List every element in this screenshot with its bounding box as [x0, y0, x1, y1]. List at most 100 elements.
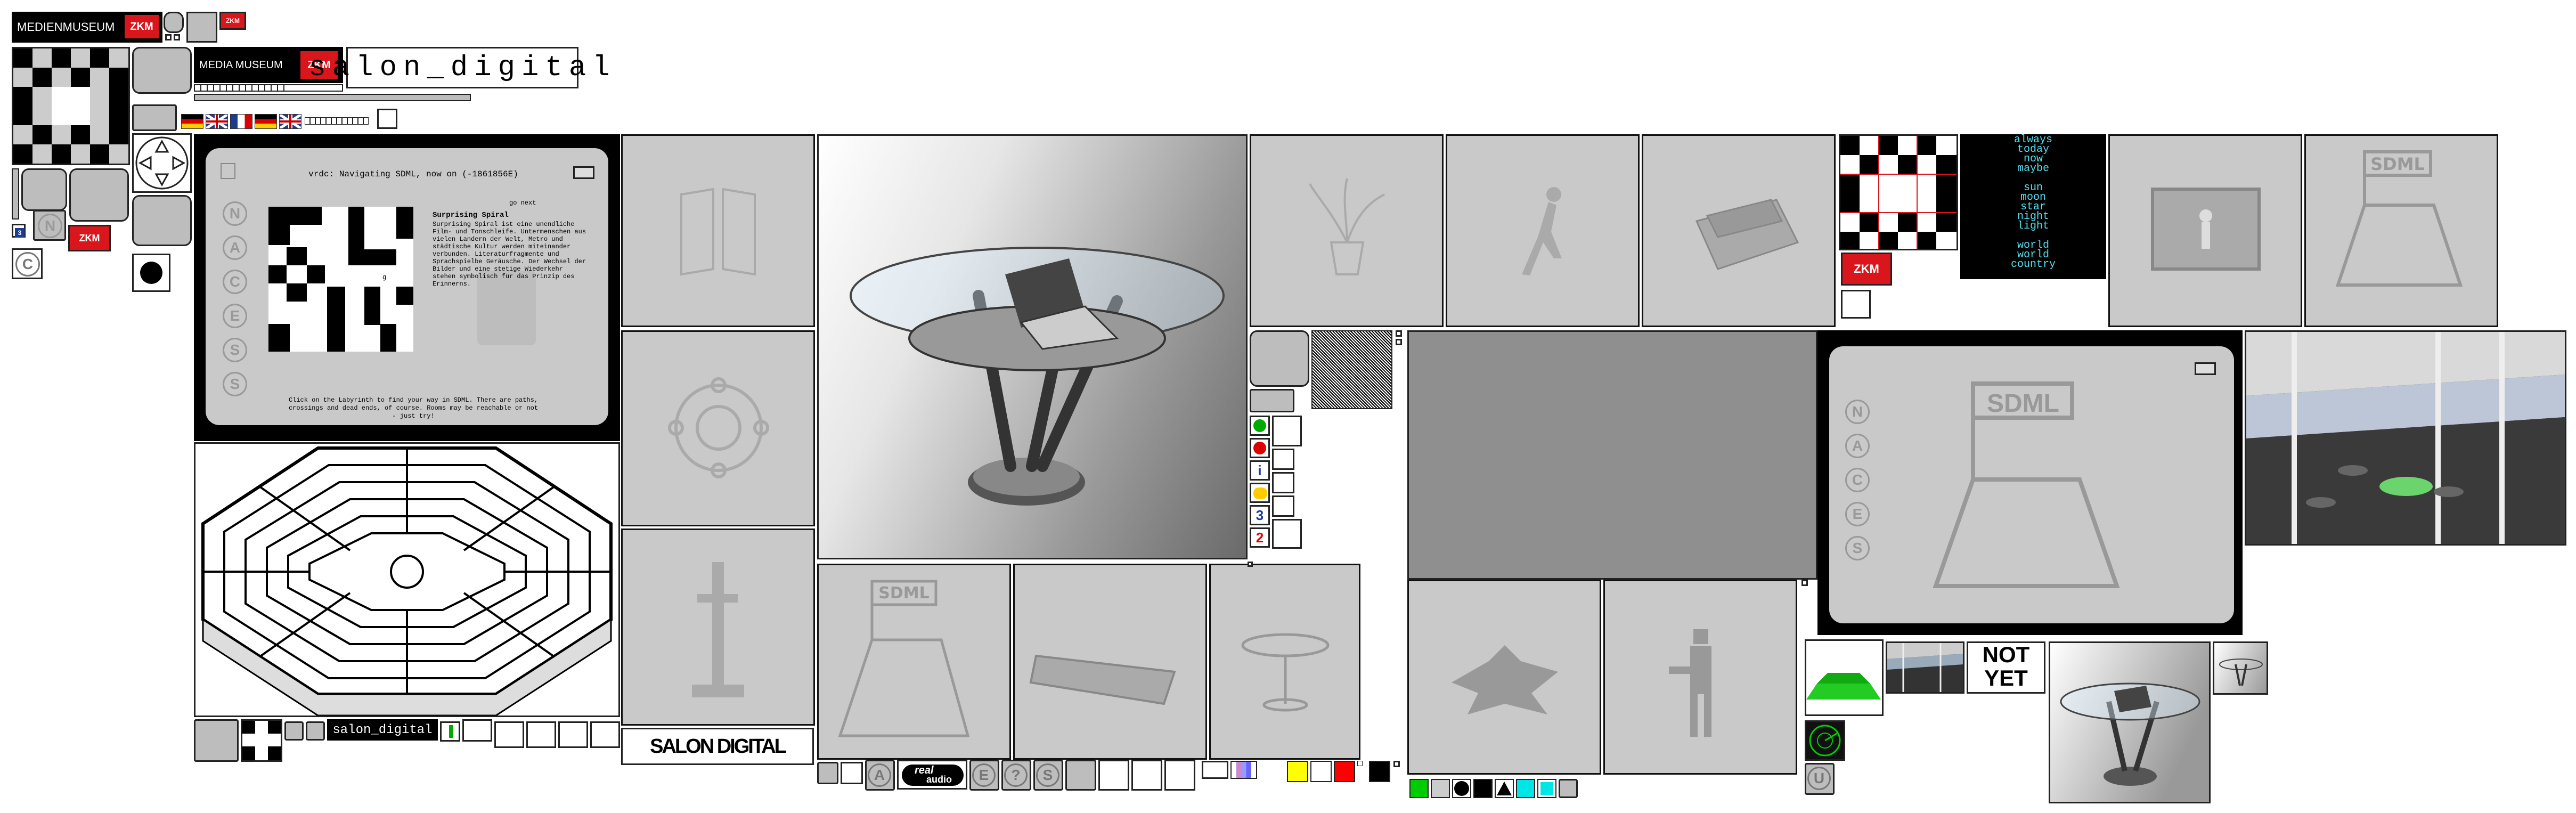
flag-button[interactable] [1065, 760, 1096, 791]
white-button[interactable] [1272, 449, 1294, 470]
shape-cyan-square[interactable] [1516, 779, 1535, 798]
table-3d-viewport[interactable] [817, 134, 1248, 559]
nacess-letter-e[interactable]: E [1845, 502, 1870, 526]
interior-3d-view[interactable] [2245, 330, 2566, 546]
sdml-tent-thumbnail[interactable]: SDML [2304, 134, 2498, 327]
nacess-letter-a[interactable]: A [1845, 434, 1870, 458]
nacess-letter-s[interactable]: S [223, 338, 247, 362]
round-object-thumbnail[interactable] [621, 330, 815, 526]
tiny-square[interactable] [1396, 330, 1402, 337]
white-button[interactable] [1272, 519, 1302, 549]
real-audio-logo[interactable]: real audio [897, 760, 967, 790]
radar-icon[interactable] [1805, 720, 1845, 761]
plant-thumbnail[interactable] [1250, 134, 1444, 327]
sdml-viewer-panel[interactable]: N A C E S SDML [1829, 346, 2234, 623]
scroll-bar-vertical[interactable] [12, 168, 19, 219]
zkm-mini-logo[interactable]: ZKM [219, 12, 246, 30]
small-grey-button[interactable] [164, 12, 184, 33]
record-button-icon[interactable] [132, 254, 170, 292]
sdml-small-thumbnail[interactable]: SDML [817, 564, 1011, 760]
zkm-logo-small[interactable]: ZKM [68, 225, 111, 251]
grey-rounded-button[interactable] [69, 168, 129, 222]
grey-rounded-button[interactable] [132, 195, 192, 246]
nacess-letter-n[interactable]: N [1845, 400, 1870, 424]
white-button[interactable] [526, 721, 556, 748]
small-panel-button[interactable] [1202, 761, 1228, 779]
e-letter-button[interactable]: E [969, 760, 999, 791]
pattern-tile[interactable] [12, 47, 130, 165]
table-tiny-thumbnail[interactable] [2213, 641, 2268, 695]
nacess-letter-c[interactable]: C [223, 270, 247, 294]
table-mini-thumbnail[interactable] [2049, 641, 2211, 803]
info-icon[interactable]: i [1250, 460, 1270, 481]
nacess-letter-s[interactable]: S [223, 372, 247, 396]
a-letter-button[interactable]: A [865, 760, 895, 791]
shape-grey-square[interactable] [1431, 779, 1450, 798]
grey-rounded-button[interactable] [21, 168, 67, 211]
shape-cyan-outline[interactable] [1537, 779, 1556, 798]
zkm-logo-right[interactable]: ZKM [1841, 253, 1892, 286]
shape-triangle[interactable] [1495, 779, 1514, 798]
grey-rounded-button[interactable] [132, 47, 192, 94]
labyrinth-3d-map[interactable] [194, 442, 620, 717]
green-flag-button[interactable] [440, 721, 460, 742]
number-3-icon[interactable]: 3 [15, 228, 25, 238]
flag-uk-icon[interactable] [279, 113, 302, 130]
grey-button[interactable] [194, 719, 239, 762]
shape-green-square[interactable] [1409, 779, 1429, 798]
nacess-letter-s[interactable]: S [1845, 536, 1870, 560]
c-letter-button[interactable] [306, 721, 325, 741]
poem-panel[interactable]: always today now maybe sun moon star nig… [1960, 134, 2106, 279]
box-thumbnail[interactable] [1642, 134, 1836, 327]
u-small-button[interactable] [1559, 779, 1578, 798]
number-2-icon[interactable]: 2 [1250, 527, 1270, 548]
grey-viewport[interactable] [1407, 330, 1817, 580]
small-panel-button[interactable] [462, 719, 492, 742]
tiny-square[interactable] [1393, 761, 1400, 767]
white-button[interactable] [1164, 760, 1195, 791]
sculpture-thumbnail[interactable] [621, 529, 815, 726]
s-letter-button[interactable]: S [1033, 760, 1063, 791]
tiny-square[interactable] [1248, 562, 1253, 567]
medienmuseum-header[interactable]: MEDIENMUSEUM ZKM [12, 12, 162, 43]
flag-germany-icon[interactable] [181, 114, 203, 129]
small-white-square[interactable] [174, 34, 180, 40]
go-next-link[interactable]: go next [509, 199, 536, 207]
n-letter-button[interactable]: N [33, 210, 66, 241]
salon-digital-small[interactable]: salon_digital [327, 719, 438, 741]
figure-thumbnail[interactable] [1603, 580, 1797, 775]
grey-square-button[interactable] [186, 12, 217, 43]
color-swatch-white[interactable] [1310, 761, 1332, 782]
book-thumbnail[interactable] [621, 134, 815, 327]
shape-black-square[interactable] [1473, 779, 1493, 798]
round-table-thumbnail[interactable] [1209, 564, 1360, 760]
copyright-icon[interactable]: C [12, 248, 43, 279]
green-floor-thumbnail[interactable] [1805, 639, 1884, 716]
shape-black-circle[interactable] [1452, 779, 1471, 798]
small-panel-button[interactable] [494, 721, 524, 748]
hand-icon[interactable] [1250, 483, 1270, 503]
white-button[interactable] [1098, 760, 1129, 791]
white-button[interactable] [1272, 495, 1294, 517]
color-swatch-yellow[interactable] [1287, 761, 1308, 782]
white-button[interactable] [1272, 472, 1294, 493]
nacess-letter-e[interactable]: E [223, 304, 247, 328]
tiny-square[interactable] [1801, 580, 1808, 586]
table-top-thumbnail[interactable] [1013, 564, 1207, 760]
color-strip-icon[interactable] [1230, 761, 1257, 779]
flag-france-icon[interactable] [230, 114, 252, 129]
interior-mini-thumbnail[interactable] [1886, 641, 1964, 694]
red-grid-pattern[interactable] [1839, 134, 1958, 250]
labyrinth-map[interactable]: g [268, 207, 413, 352]
white-button[interactable] [1131, 760, 1162, 791]
white-checkbox[interactable] [1841, 290, 1871, 319]
small-white-square[interactable] [165, 34, 172, 40]
white-checkbox[interactable] [377, 109, 397, 129]
close-small-button[interactable] [2195, 362, 2216, 375]
color-swatch-white[interactable] [1357, 761, 1363, 766]
mini-pattern-icon[interactable] [241, 719, 282, 762]
u-letter-button[interactable]: U [1805, 763, 1835, 795]
white-button[interactable] [841, 762, 863, 784]
number-3-icon[interactable]: 3 [1250, 505, 1270, 525]
question-button[interactable]: ? [1001, 760, 1031, 791]
